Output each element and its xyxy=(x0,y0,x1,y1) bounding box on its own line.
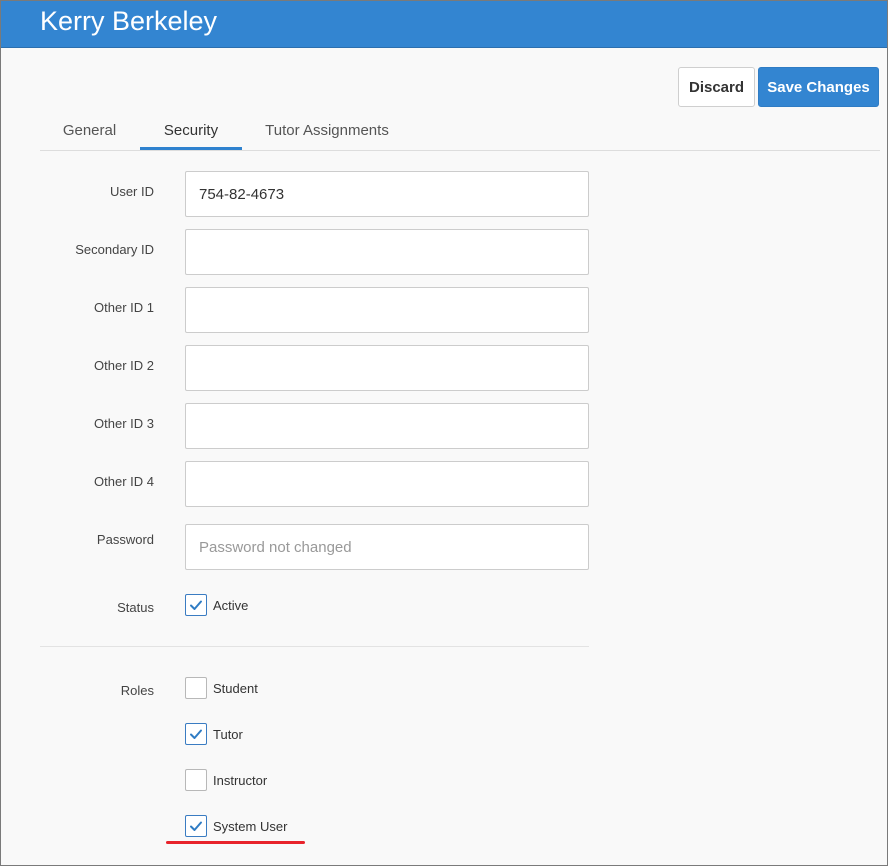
other-id-3-field[interactable] xyxy=(185,403,589,449)
roles-label: Roles xyxy=(120,683,154,698)
role-tutor-checkbox[interactable] xyxy=(185,723,207,745)
role-tutor-label: Tutor xyxy=(213,727,243,742)
role-system-user-label: System User xyxy=(213,819,288,834)
discard-button[interactable]: Discard xyxy=(678,67,755,107)
tab-bar: General Security Tutor Assignments xyxy=(40,113,880,151)
role-student-label: Student xyxy=(213,681,258,696)
tab-general[interactable]: General xyxy=(40,113,139,147)
secondary-id-field[interactable] xyxy=(185,229,589,275)
save-changes-button[interactable]: Save Changes xyxy=(758,67,879,107)
other-id-3-label: Other ID 3 xyxy=(94,416,154,431)
tab-security[interactable]: Security xyxy=(140,113,242,150)
tab-divider xyxy=(40,150,880,151)
tab-tutor-assignments[interactable]: Tutor Assignments xyxy=(243,113,411,147)
password-field[interactable]: Password not changed xyxy=(185,524,589,570)
page-title: Kerry Berkeley xyxy=(40,6,218,36)
user-editor-window: Kerry Berkeley Discard Save Changes Gene… xyxy=(0,0,888,866)
red-annotation-underline xyxy=(166,841,305,844)
checkmark-icon xyxy=(190,821,202,831)
role-instructor-checkbox[interactable] xyxy=(185,769,207,791)
password-placeholder: Password not changed xyxy=(199,538,352,556)
checkmark-icon xyxy=(190,600,202,610)
section-divider xyxy=(40,646,589,647)
role-system-user-checkbox[interactable] xyxy=(185,815,207,837)
secondary-id-label: Secondary ID xyxy=(75,242,154,257)
user-id-label: User ID xyxy=(109,184,154,199)
role-student-checkbox[interactable] xyxy=(185,677,207,699)
header-bar: Kerry Berkeley xyxy=(1,1,887,48)
other-id-1-field[interactable] xyxy=(185,287,589,333)
checkmark-icon xyxy=(190,729,202,739)
other-id-4-field[interactable] xyxy=(185,461,589,507)
user-id-field[interactable]: 754-82-4673 xyxy=(185,171,589,217)
active-checkbox[interactable] xyxy=(185,594,207,616)
active-checkbox-label: Active xyxy=(213,598,249,613)
other-id-2-field[interactable] xyxy=(185,345,589,391)
other-id-2-label: Other ID 2 xyxy=(94,358,154,373)
status-label: Status xyxy=(117,600,154,615)
password-label: Password xyxy=(96,532,154,547)
role-instructor-label: Instructor xyxy=(213,773,268,788)
other-id-1-label: Other ID 1 xyxy=(94,300,154,315)
user-id-value: 754-82-4673 xyxy=(199,185,285,203)
other-id-4-label: Other ID 4 xyxy=(94,474,154,489)
